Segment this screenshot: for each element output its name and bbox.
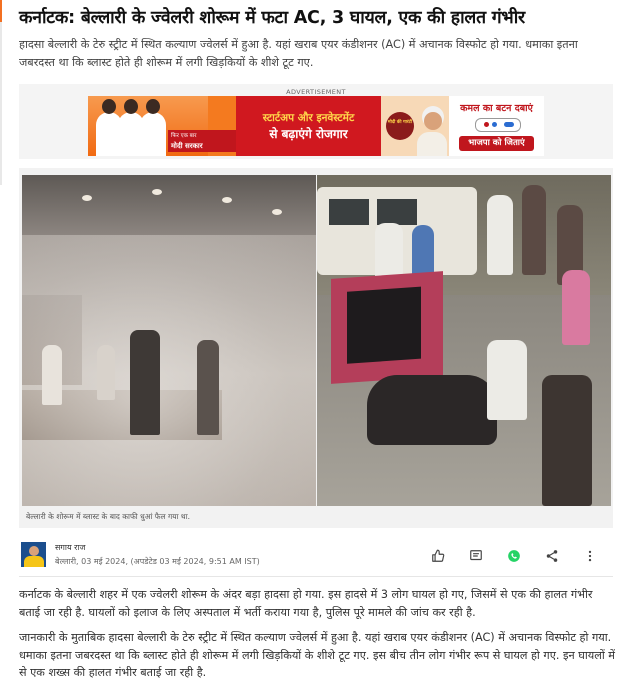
- article-headline: कर्नाटक: बेल्लारी के ज्वेलरी शोरूम में फ…: [19, 8, 526, 28]
- article-paragraph: जानकारी के मुताबिक हादसा बेल्लारी के टेर…: [19, 631, 615, 679]
- more-options-button[interactable]: [581, 547, 599, 565]
- comment-icon: [470, 550, 482, 561]
- article-body: कर्नाटक के बेल्लारी शहर में एक ज्वेलरी श…: [19, 586, 615, 690]
- whatsapp-icon: [508, 550, 520, 562]
- left-accent-stripe: [0, 0, 2, 185]
- article-summary: हादसा बेल्लारी के टेरु स्ट्रीट में स्थित…: [19, 38, 578, 69]
- thumbs-up-icon: [432, 549, 445, 562]
- share-button[interactable]: [543, 547, 561, 565]
- ad-right-top: कमल का बटन दबाएं: [460, 103, 533, 114]
- like-button[interactable]: [429, 547, 447, 565]
- street-crowd-photo[interactable]: [317, 175, 611, 506]
- ad-tagline: फिर एक बार मोदी सरकार: [168, 130, 238, 152]
- comment-button[interactable]: [467, 547, 485, 565]
- ad-portrait-panel: मोदी की गारंटी: [381, 96, 449, 156]
- author-avatar[interactable]: [21, 542, 46, 567]
- showroom-smoke-photo[interactable]: [22, 175, 316, 506]
- advertisement-slot: ADVERTISEMENT फिर एक बार मोदी सरकार स्टा…: [19, 84, 613, 159]
- article-paragraph: कर्नाटक के बेल्लारी शहर में एक ज्वेलरी श…: [19, 588, 593, 619]
- ad-tagline-main: मोदी सरकार: [171, 142, 203, 150]
- share-icon: [546, 550, 558, 562]
- article-actions: [429, 547, 599, 565]
- ad-center-panel: स्टार्टअप और इनवेस्टमेंट से बढ़ाएंगे रोज…: [236, 96, 381, 156]
- article-dateline: बेल्लारी, 03 मई 2024, (अपडेटेड 03 मई 202…: [55, 557, 260, 566]
- evm-icon: [475, 118, 521, 132]
- byline-row: सगाय राज बेल्लारी, 03 मई 2024, (अपडेटेड …: [19, 536, 613, 577]
- accent-marker: [0, 0, 2, 22]
- whatsapp-share-button[interactable]: [505, 547, 523, 565]
- ad-center-line1: स्टार्टअप और इनवेस्टमेंट: [262, 112, 355, 124]
- guarantee-badge: मोदी की गारंटी: [386, 112, 414, 140]
- ad-portrait: [417, 102, 447, 156]
- advertisement-label: ADVERTISEMENT: [286, 88, 346, 96]
- ad-right-bottom: भाजपा को जिताएं: [459, 136, 534, 151]
- more-vertical-icon: [588, 550, 592, 562]
- author-name[interactable]: सगाय राज: [55, 542, 85, 553]
- ad-tagline-small: फिर एक बार: [171, 133, 197, 139]
- ad-center-line2: से बढ़ाएंगे रोजगार: [269, 127, 348, 141]
- ad-vote-panel: कमल का बटन दबाएं भाजपा को जिताएं: [449, 96, 544, 156]
- article-image-block: बेल्लारी के शोरूम में ब्लास्ट के बाद काफ…: [19, 168, 613, 528]
- ad-banner[interactable]: फिर एक बार मोदी सरकार स्टार्टअप और इनवेस…: [88, 96, 544, 156]
- image-caption: बेल्लारी के शोरूम में ब्लास्ट के बाद काफ…: [26, 512, 191, 521]
- ad-person: [140, 99, 166, 156]
